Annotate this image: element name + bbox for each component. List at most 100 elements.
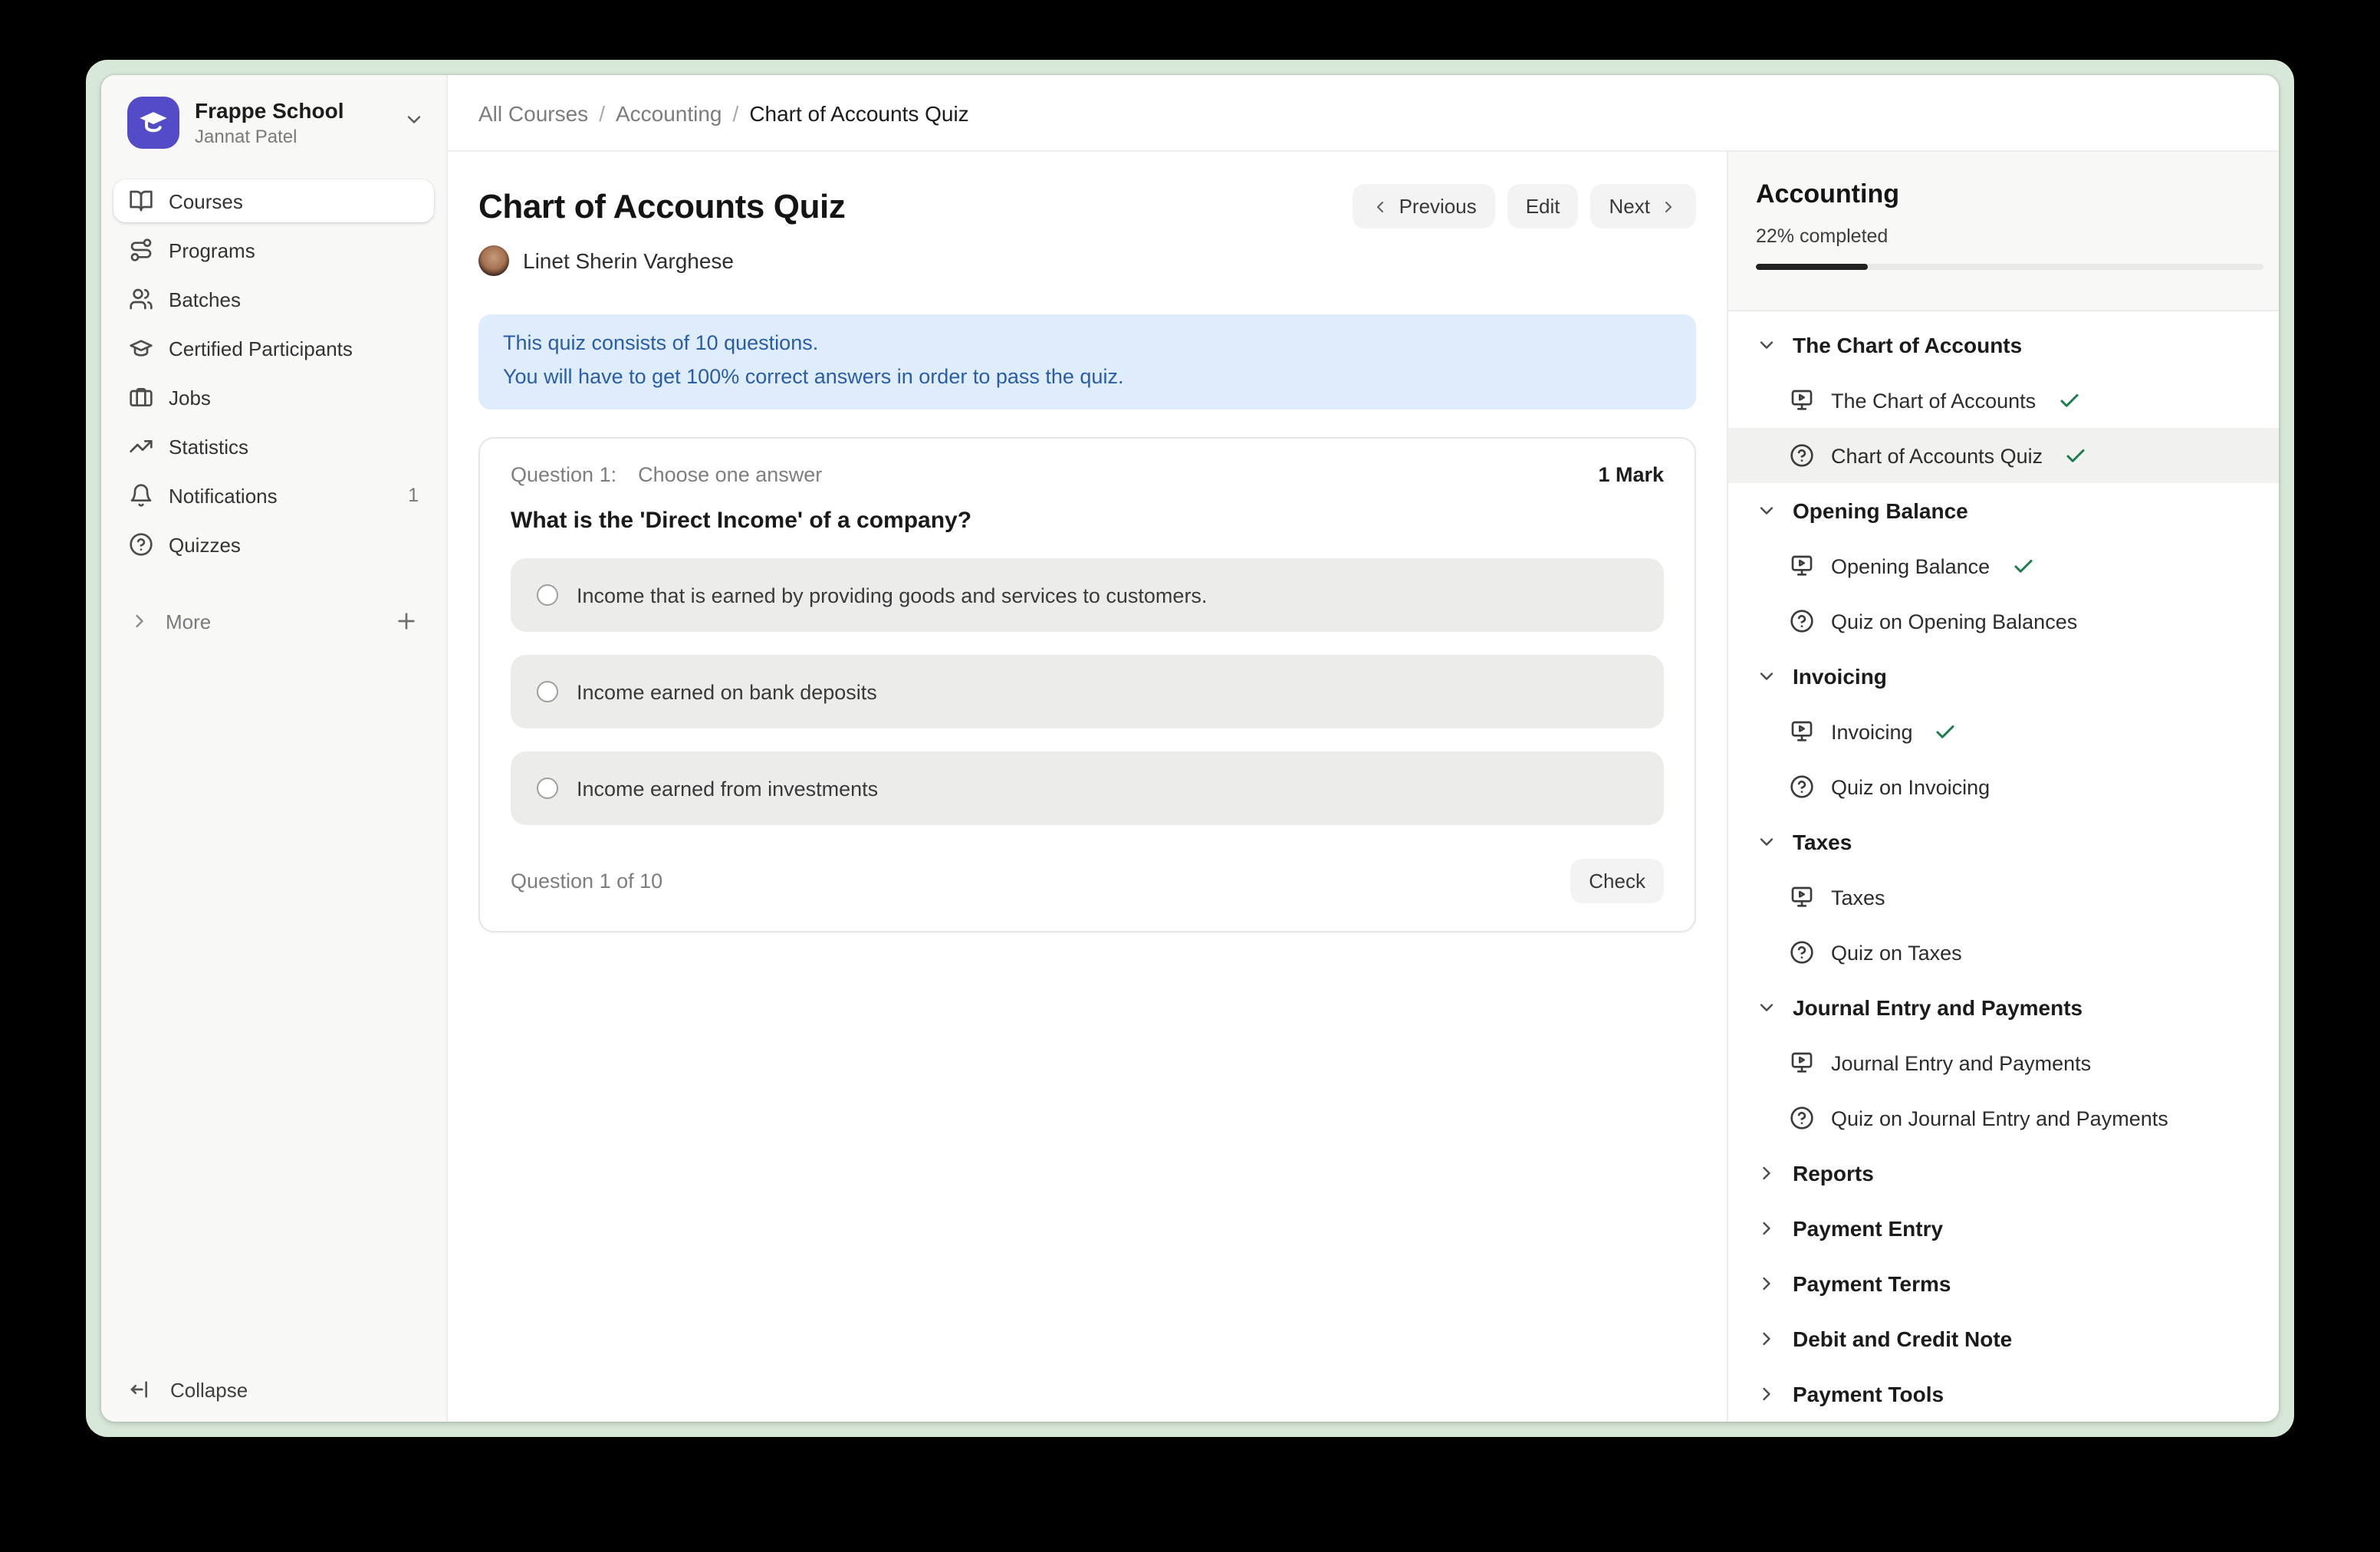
- sidebar-item-label: Batches: [169, 288, 241, 311]
- help-circle-icon: [1790, 609, 1814, 633]
- add-button[interactable]: [394, 609, 419, 633]
- lesson-quiz-on-invoicing[interactable]: Quiz on Invoicing: [1728, 759, 2279, 814]
- lesson-journal-entry-and-payments[interactable]: Journal Entry and Payments: [1728, 1035, 2279, 1090]
- chapter-opening-balance[interactable]: Opening Balance: [1728, 483, 2279, 538]
- app-sidebar: Frappe School Jannat Patel Courses Progr: [101, 75, 448, 1422]
- option-label: Income that is earned by providing goods…: [577, 584, 1207, 607]
- chevron-right-icon: [1756, 1383, 1777, 1405]
- previous-button[interactable]: Previous: [1353, 184, 1495, 229]
- sidebar-item-label: Quizzes: [169, 533, 241, 556]
- collapse-sidebar-icon: [129, 1377, 153, 1402]
- lesson-opening-balance[interactable]: Opening Balance: [1728, 538, 2279, 594]
- breadcrumb-all-courses[interactable]: All Courses: [478, 100, 588, 125]
- help-circle-icon: [1790, 1106, 1814, 1130]
- check-button[interactable]: Check: [1570, 859, 1664, 903]
- book-open-icon: [129, 189, 153, 213]
- breadcrumb-accounting[interactable]: Accounting: [616, 100, 722, 125]
- radio-button[interactable]: [537, 681, 558, 702]
- chevron-down-icon: [1756, 831, 1777, 853]
- chapter-journal-entry-and-payments[interactable]: Journal Entry and Payments: [1728, 980, 2279, 1035]
- bell-icon: [129, 483, 153, 508]
- chevron-right-icon: [1756, 1273, 1777, 1294]
- sidebar-item-jobs[interactable]: Jobs: [113, 376, 434, 419]
- breadcrumb-separator: /: [599, 100, 605, 125]
- route-icon: [129, 238, 153, 262]
- chevron-down-icon: [1756, 334, 1777, 356]
- chevron-right-icon: [1659, 197, 1678, 215]
- sidebar-item-certified-participants[interactable]: Certified Participants: [113, 327, 434, 370]
- answer-option-1[interactable]: Income that is earned by providing goods…: [511, 558, 1664, 632]
- chevron-down-icon: [1756, 500, 1777, 521]
- workspace-user: Jannat Patel: [195, 125, 388, 148]
- question-card: Question 1: Choose one answer 1 Mark Wha…: [478, 437, 1696, 932]
- radio-button[interactable]: [537, 778, 558, 799]
- check-icon: [2064, 444, 2087, 467]
- lesson-taxes[interactable]: Taxes: [1728, 870, 2279, 925]
- author-name: Linet Sherin Varghese: [523, 248, 734, 273]
- answer-options: Income that is earned by providing goods…: [511, 558, 1664, 825]
- briefcase-icon: [129, 385, 153, 409]
- chevron-right-icon: [1756, 1328, 1777, 1350]
- collapse-sidebar-button[interactable]: Collapse: [113, 1366, 434, 1412]
- radio-button[interactable]: [537, 584, 558, 606]
- collapse-label: Collapse: [170, 1378, 248, 1401]
- question-number-label: Question 1:: [511, 463, 616, 486]
- trending-up-icon: [129, 434, 153, 459]
- sidebar-item-programs[interactable]: Programs: [113, 229, 434, 271]
- sidebar-item-statistics[interactable]: Statistics: [113, 425, 434, 468]
- chevron-down-icon: [1756, 997, 1777, 1018]
- sidebar-item-label: Programs: [169, 238, 255, 261]
- answer-option-2[interactable]: Income earned on bank deposits: [511, 655, 1664, 728]
- check-icon: [2057, 389, 2080, 412]
- help-circle-icon: [1790, 774, 1814, 799]
- chapter-taxes[interactable]: Taxes: [1728, 814, 2279, 870]
- screen: Frappe School Jannat Patel Courses Progr: [0, 0, 2380, 1552]
- chapter-payment-terms[interactable]: Payment Terms: [1728, 1256, 2279, 1311]
- sidebar-item-quizzes[interactable]: Quizzes: [113, 523, 434, 566]
- chapter-reports[interactable]: Reports: [1728, 1146, 2279, 1201]
- lesson-quiz-on-taxes[interactable]: Quiz on Taxes: [1728, 925, 2279, 980]
- help-circle-icon: [1790, 443, 1814, 468]
- chevron-down-icon: [1756, 666, 1777, 687]
- sidebar-item-courses[interactable]: Courses: [113, 179, 434, 222]
- lesson-quiz-on-opening-balances[interactable]: Quiz on Opening Balances: [1728, 594, 2279, 649]
- sidebar-nav: Courses Programs Batches Certified Parti…: [113, 179, 434, 643]
- question-marks: 1 Mark: [1598, 463, 1664, 486]
- chapter-the-chart-of-accounts[interactable]: The Chart of Accounts: [1728, 317, 2279, 373]
- breadcrumb-current: Chart of Accounts Quiz: [749, 100, 968, 125]
- answer-option-3[interactable]: Income earned from investments: [511, 751, 1664, 825]
- course-progress-bar: [1756, 264, 2263, 270]
- workspace-info: Frappe School Jannat Patel: [195, 97, 388, 148]
- lesson-quiz-on-journal-entry-and-payments[interactable]: Quiz on Journal Entry and Payments: [1728, 1090, 2279, 1146]
- chapter-invoicing[interactable]: Invoicing: [1728, 649, 2279, 704]
- sidebar-item-notifications[interactable]: Notifications 1: [113, 474, 434, 517]
- chevron-left-icon: [1372, 197, 1390, 215]
- question-text: What is the 'Direct Income' of a company…: [511, 508, 1664, 534]
- chapter-payment-entry[interactable]: Payment Entry: [1728, 1201, 2279, 1256]
- sidebar-item-more[interactable]: More: [113, 600, 434, 643]
- question-instruction: Choose one answer: [638, 463, 822, 486]
- workspace-switcher[interactable]: Frappe School Jannat Patel: [113, 87, 434, 158]
- check-icon: [1935, 720, 1958, 743]
- sidebar-item-batches[interactable]: Batches: [113, 278, 434, 321]
- sidebar-item-label: Courses: [169, 189, 243, 212]
- quiz-page: Chart of Accounts Quiz Previous Edit: [448, 152, 1727, 1422]
- author-avatar: [478, 245, 509, 276]
- monitor-play-icon: [1790, 885, 1814, 909]
- course-progress-header: Accounting 22% completed: [1728, 152, 2279, 311]
- banner-line-1: This quiz consists of 10 questions.: [503, 327, 1672, 360]
- sidebar-item-label: Statistics: [169, 435, 248, 458]
- edit-button[interactable]: Edit: [1507, 184, 1579, 229]
- sidebar-item-label: Certified Participants: [169, 337, 353, 360]
- next-button[interactable]: Next: [1591, 184, 1696, 229]
- chapter-debit-and-credit-note[interactable]: Debit and Credit Note: [1728, 1311, 2279, 1366]
- lesson-chart-of-accounts-quiz[interactable]: Chart of Accounts Quiz: [1728, 428, 2279, 483]
- sidebar-item-label: Notifications: [169, 484, 278, 507]
- lesson-invoicing[interactable]: Invoicing: [1728, 704, 2279, 759]
- chapter-payment-tools[interactable]: Payment Tools: [1728, 1366, 2279, 1422]
- monitor-play-icon: [1790, 719, 1814, 744]
- lesson-the-chart-of-accounts[interactable]: The Chart of Accounts: [1728, 373, 2279, 428]
- sidebar-item-label: Jobs: [169, 386, 211, 409]
- breadcrumb: All Courses / Accounting / Chart of Acco…: [448, 75, 2279, 152]
- course-outline: The Chart of Accounts The Chart of Accou…: [1728, 311, 2279, 1422]
